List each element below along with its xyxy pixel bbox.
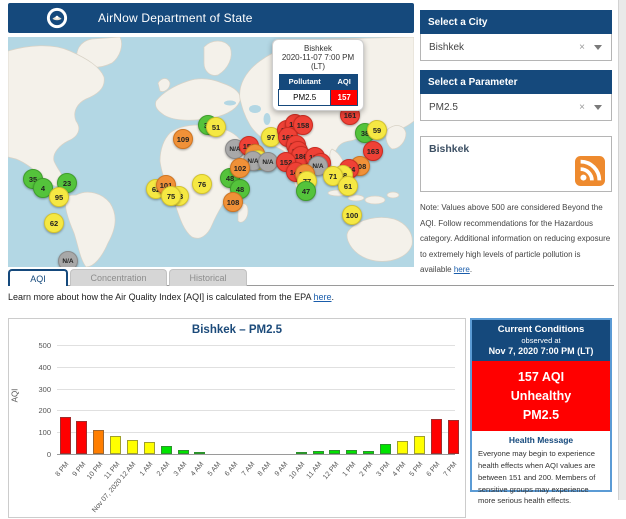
aqi-note-text: Note: Values above 500 are considered Be… [420, 200, 614, 278]
bar-3-am[interactable] [177, 449, 189, 454]
popup-table: Pollutant AQI PM2.5 157 [277, 74, 358, 106]
select-parameter-header: Select a Parameter [420, 70, 612, 94]
map-marker[interactable]: 51 [206, 117, 226, 137]
gridline [57, 345, 455, 346]
city-select[interactable]: Bishkek × [420, 34, 612, 61]
learn-more-text: Learn more about how the Air Quality Ind… [8, 292, 334, 302]
bar-1-pm[interactable] [346, 450, 358, 454]
map-marker[interactable]: 95 [49, 187, 69, 207]
cc-datetime: Nov 7, 2020 7:00 PM (LT) [488, 346, 594, 356]
gridline [57, 432, 455, 434]
map-marker[interactable]: 75 [161, 186, 181, 206]
parameter-caret-icon[interactable] [594, 104, 602, 110]
bar-nov-07-2020-12-am[interactable] [126, 440, 138, 454]
gridline [57, 410, 455, 412]
y-tick-label: 500 [38, 341, 51, 350]
y-tick-label: 200 [38, 406, 51, 416]
y-tick-label: 300 [38, 384, 51, 394]
bar-1-am[interactable] [143, 442, 155, 454]
select-city-header: Select a City [420, 10, 612, 34]
map-marker[interactable]: 102 [230, 158, 250, 178]
bar-4-pm[interactable] [396, 440, 408, 454]
map-marker[interactable]: 59 [367, 120, 387, 140]
bar-2-pm[interactable] [363, 451, 375, 454]
parameter-select[interactable]: PM2.5 × [420, 94, 612, 121]
bar-7-pm[interactable] [447, 419, 459, 454]
cc-pollutant: PM2.5 [522, 407, 560, 422]
bar-12-pm[interactable] [329, 450, 341, 454]
popup-pollutant-header: Pollutant [278, 74, 331, 90]
y-tick-label: 100 [38, 428, 51, 438]
tab-aqi[interactable]: AQI [8, 269, 68, 286]
cc-observed-at: observed at [521, 336, 561, 345]
current-conditions-panel: Current Conditions observed at Nov 7, 20… [470, 318, 612, 505]
cc-aqi-block: 157 AQI Unhealthy PM2.5 [472, 361, 610, 432]
popup-aqi-header: AQI [330, 74, 358, 90]
cc-health-title: Health Message [508, 435, 574, 446]
bar-10-am[interactable] [295, 452, 307, 454]
cc-health-text: Everyone may begin to experience health … [478, 449, 596, 506]
tab-historical[interactable]: Historical [169, 269, 247, 286]
note-suffix: . [469, 265, 473, 275]
learn-more-prefix: Learn more about how the Air Quality Ind… [8, 292, 314, 302]
feed-city-label: Bishkek [429, 143, 470, 155]
page: AirNow Department of State 35 4 23 95 62… [0, 0, 626, 518]
chart-plot-area: 0 100 200 300 400 500 8 PM 9 PM 10 PM 11 PM Nov 07… [9, 319, 467, 519]
gridline [57, 366, 455, 368]
map-marker[interactable]: 108 [223, 192, 243, 212]
parameter-clear-icon[interactable]: × [579, 102, 585, 113]
popup-datetime: 2020-11-07 7:00 PM [281, 53, 355, 62]
rss-icon[interactable] [575, 156, 605, 186]
note-prefix: Note: Values above 500 are considered Be… [420, 203, 611, 275]
bar-6-pm[interactable] [430, 419, 442, 454]
popup-aqi-value: 157 [330, 89, 358, 106]
city-select-value: Bishkek [429, 41, 465, 53]
parameter-select-value: PM2.5 [429, 101, 458, 113]
y-tick-label: 0 [46, 450, 51, 459]
epa-here-link[interactable]: here [314, 292, 332, 302]
scrollbar[interactable] [618, 0, 626, 500]
bar-2-am[interactable] [160, 446, 172, 454]
popup-pollutant-value: PM2.5 [277, 89, 332, 106]
bar-8-pm[interactable] [59, 416, 71, 454]
gridline [57, 454, 455, 455]
learn-more-suffix: . [331, 292, 335, 302]
bar-11-pm[interactable] [110, 435, 122, 454]
bar-5-pm[interactable] [413, 435, 425, 454]
current-conditions-header: Current Conditions observed at Nov 7, 20… [472, 320, 610, 361]
y-tick-label: 400 [38, 362, 51, 372]
popup-lt: (LT) [310, 62, 326, 71]
tab-concentration[interactable]: Concentration [70, 269, 167, 286]
aqi-world-map[interactable]: 354239562N/A1093551621017375764848108N/A… [8, 37, 414, 267]
bar-4-am[interactable] [194, 452, 206, 454]
map-marker[interactable]: 109 [173, 129, 193, 149]
bar-11-am[interactable] [312, 450, 324, 454]
dept-of-state-seal-icon [46, 7, 68, 29]
map-marker[interactable]: 76 [192, 174, 212, 194]
note-here-link[interactable]: here [454, 265, 470, 274]
app-title: AirNow Department of State [98, 11, 253, 25]
map-marker[interactable]: 47 [296, 181, 316, 201]
map-marker[interactable]: 61 [338, 176, 358, 196]
map-marker[interactable]: 100 [342, 205, 362, 225]
bar-10-pm[interactable] [93, 430, 105, 454]
popup-city: Bishkek [303, 44, 332, 53]
map-marker[interactable]: N/A [58, 251, 78, 267]
city-caret-icon[interactable] [594, 44, 602, 50]
aqi-bar-chart: Bishkek – PM2.5 AQI 0 100 200 300 400 500 8 PM… [8, 318, 466, 518]
cc-aqi-value: 157 AQI [517, 370, 565, 384]
cc-title: Current Conditions [497, 324, 585, 335]
app-header: AirNow Department of State [8, 3, 414, 33]
bar-3-pm[interactable] [380, 443, 392, 454]
bar-9-pm[interactable] [76, 420, 88, 454]
map-marker[interactable]: N/A [258, 152, 278, 172]
rss-feed-box: Bishkek [420, 136, 612, 192]
map-popup: Bishkek 2020-11-07 7:00 PM (LT) Pollutan… [272, 39, 364, 111]
city-clear-icon[interactable]: × [579, 42, 585, 53]
map-marker[interactable]: 62 [44, 213, 64, 233]
gridline [57, 388, 455, 390]
cc-category: Unhealthy [510, 388, 572, 403]
